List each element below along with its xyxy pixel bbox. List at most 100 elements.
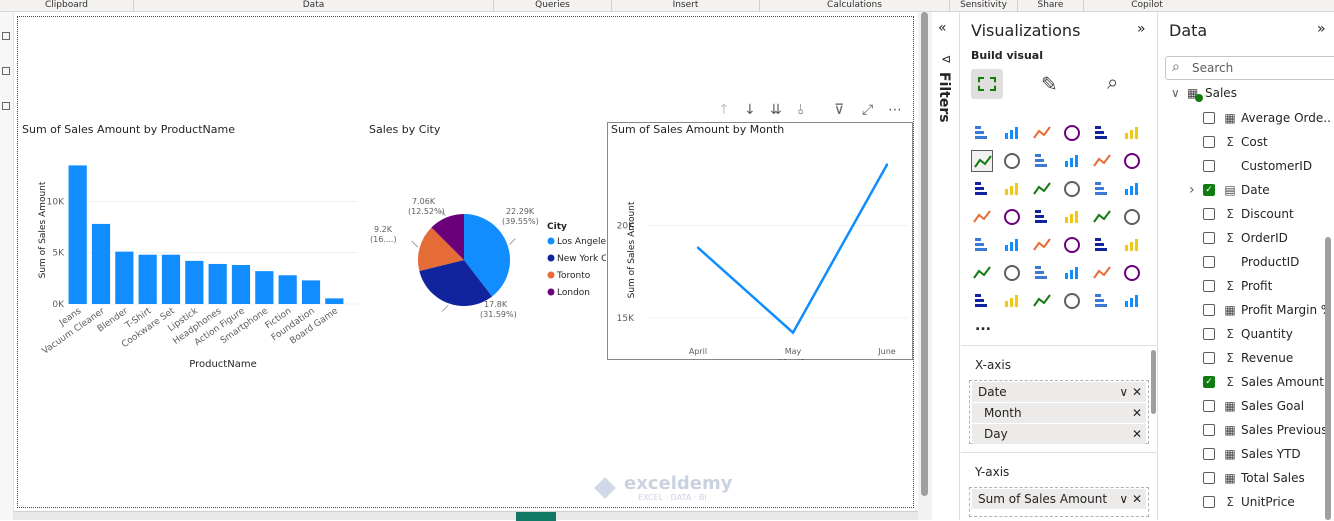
field-checkbox[interactable] xyxy=(1203,256,1215,268)
area-icon[interactable] xyxy=(1001,150,1023,172)
key-influencers-icon[interactable] xyxy=(1001,262,1023,284)
canvas-scrollbar[interactable] xyxy=(918,12,932,520)
kpi-icon[interactable] xyxy=(1001,234,1023,256)
chevron-right-icon[interactable]: › xyxy=(1189,178,1195,202)
drill-down-icon[interactable]: ↓ xyxy=(744,102,756,118)
arcgis-icon[interactable] xyxy=(1061,290,1083,312)
ribbon-group-copilot[interactable]: Copilot xyxy=(1084,0,1210,12)
filter-icon[interactable]: ⊽ xyxy=(834,102,844,118)
field-row[interactable]: › ✓ ▤ Date xyxy=(1159,178,1334,202)
stacked-bar-icon[interactable] xyxy=(971,122,993,144)
field-checkbox[interactable] xyxy=(1203,448,1215,460)
field-checkbox[interactable]: ✓ xyxy=(1203,376,1215,388)
field-checkbox[interactable] xyxy=(1203,160,1215,172)
format-visual-tab-icon[interactable]: ✎ xyxy=(1041,72,1058,96)
expand-chevron-icon[interactable]: » xyxy=(1137,21,1146,37)
field-checkbox[interactable] xyxy=(1203,304,1215,316)
field-row[interactable]: Σ OrderID xyxy=(1159,226,1334,250)
decomposition-tree-icon[interactable] xyxy=(1031,262,1053,284)
xaxis-subfield-month[interactable]: Month ✕ xyxy=(972,403,1146,423)
funnel-icon[interactable] xyxy=(1001,178,1023,200)
table-icon[interactable] xyxy=(1061,234,1083,256)
field-row[interactable]: Σ Profit xyxy=(1159,274,1334,298)
xaxis-field-date[interactable]: Date ∨ ✕ xyxy=(972,382,1146,402)
yaxis-field-sum-sales-amount[interactable]: Sum of Sales Amount ∨ ✕ xyxy=(972,489,1146,509)
field-checkbox[interactable] xyxy=(1203,232,1215,244)
line-chart[interactable]: 15K20KAprilMayJuneMonthSum of Sales Amou… xyxy=(608,140,912,360)
gauge-icon[interactable] xyxy=(1091,206,1113,228)
expand-hierarchy-icon[interactable]: ⫰ xyxy=(798,102,804,118)
100-column-icon[interactable] xyxy=(1121,122,1143,144)
matrix-icon[interactable] xyxy=(1091,234,1113,256)
remove-field-icon[interactable]: ✕ xyxy=(1132,424,1142,444)
expand-next-level-icon[interactable]: ⇊ xyxy=(770,102,782,118)
ribbon-group-share[interactable]: Share xyxy=(1018,0,1084,12)
field-checkbox[interactable] xyxy=(1203,472,1215,484)
donut-icon[interactable] xyxy=(1121,178,1143,200)
remove-field-icon[interactable]: ∨ ✕ xyxy=(1119,489,1142,509)
scatter-icon[interactable] xyxy=(1061,178,1083,200)
clustered-column-icon[interactable] xyxy=(1061,122,1083,144)
line-column-icon[interactable] xyxy=(1061,150,1083,172)
slicer-icon[interactable] xyxy=(1031,234,1053,256)
ribbon-group-clipboard[interactable]: Clipboard xyxy=(0,0,134,12)
focus-mode-icon[interactable]: ⤢ xyxy=(862,102,873,118)
build-visual-tab-icon[interactable] xyxy=(971,69,1003,99)
pie-icon[interactable] xyxy=(1091,178,1113,200)
power-automate-icon[interactable] xyxy=(1031,290,1053,312)
field-row[interactable]: ProductID xyxy=(1159,250,1334,274)
field-row[interactable]: ▦ Sales Goal xyxy=(1159,394,1334,418)
stacked-column-icon[interactable] xyxy=(1001,122,1023,144)
collapse-chevron-icon[interactable]: « xyxy=(938,20,947,36)
table-view-icon[interactable] xyxy=(2,67,10,75)
field-row[interactable]: CustomerID xyxy=(1159,154,1334,178)
waterfall-icon[interactable] xyxy=(1121,150,1143,172)
trophy-icon[interactable] xyxy=(1121,262,1143,284)
drill-up-icon[interactable]: ↑ xyxy=(718,102,730,118)
xaxis-well[interactable]: Date ∨ ✕ Month ✕ Day ✕ xyxy=(969,380,1149,444)
remove-field-icon[interactable]: ✕ xyxy=(1132,403,1142,423)
treemap-icon[interactable] xyxy=(971,206,993,228)
python-visual-icon[interactable] xyxy=(971,262,993,284)
smart-narrative-icon[interactable] xyxy=(1091,262,1113,284)
clustered-bar-icon[interactable] xyxy=(1031,122,1053,144)
azure-map-icon[interactable] xyxy=(1061,206,1083,228)
field-row[interactable]: Σ UnitPrice xyxy=(1159,490,1334,514)
report-view-icon[interactable] xyxy=(2,32,10,40)
r-visual-icon[interactable] xyxy=(1121,234,1143,256)
chevron-visual-icon[interactable] xyxy=(1121,290,1143,312)
field-row[interactable]: Σ Cost xyxy=(1159,130,1334,154)
field-row[interactable]: ▦ Profit Margin % xyxy=(1159,298,1334,322)
field-checkbox[interactable] xyxy=(1203,328,1215,340)
shape-map-icon[interactable] xyxy=(1091,290,1113,312)
ribbon-group-sensitivity[interactable]: Sensitivity xyxy=(950,0,1018,12)
power-apps-icon[interactable] xyxy=(1001,290,1023,312)
data-pane-scrollbar[interactable] xyxy=(1325,237,1331,520)
filters-pane[interactable]: « ⊲ Filters xyxy=(932,12,960,520)
field-row[interactable]: ▦ Total Sales xyxy=(1159,466,1334,490)
ribbon-icon[interactable] xyxy=(1091,150,1113,172)
100-bar-icon[interactable] xyxy=(1091,122,1113,144)
ribbon-group-queries[interactable]: Queries xyxy=(494,0,612,12)
bar-chart[interactable]: 0K5K10KJeansVacuum CleanerBlenderT-Shirt… xyxy=(18,140,364,376)
filled-map-icon[interactable] xyxy=(1031,206,1053,228)
field-checkbox[interactable] xyxy=(1203,208,1215,220)
qa-icon[interactable] xyxy=(1061,262,1083,284)
xaxis-subfield-day[interactable]: Day ✕ xyxy=(972,424,1146,444)
stacked-area-icon[interactable] xyxy=(1031,150,1053,172)
line-stacked-column-icon[interactable] xyxy=(971,178,993,200)
table-sales[interactable]: ∨ ▦ Sales xyxy=(1159,82,1334,104)
ribbon-group-data[interactable]: Data xyxy=(134,0,494,12)
yaxis-well[interactable]: Sum of Sales Amount ∨ ✕ xyxy=(969,487,1149,517)
report-canvas[interactable]: Sum of Sales Amount by ProductName 0K 5K 1… xyxy=(14,12,918,520)
field-row[interactable]: ✓ Σ Sales Amount xyxy=(1159,370,1334,394)
line-icon[interactable] xyxy=(971,150,993,172)
model-view-icon[interactable] xyxy=(2,102,10,110)
ribbon-group-insert[interactable]: Insert xyxy=(612,0,760,12)
field-row[interactable]: Σ Revenue xyxy=(1159,346,1334,370)
field-checkbox[interactable] xyxy=(1203,136,1215,148)
field-checkbox[interactable] xyxy=(1203,352,1215,364)
map-icon[interactable] xyxy=(1001,206,1023,228)
field-checkbox[interactable] xyxy=(1203,400,1215,412)
expand-chevron-icon[interactable]: » xyxy=(1317,21,1326,37)
